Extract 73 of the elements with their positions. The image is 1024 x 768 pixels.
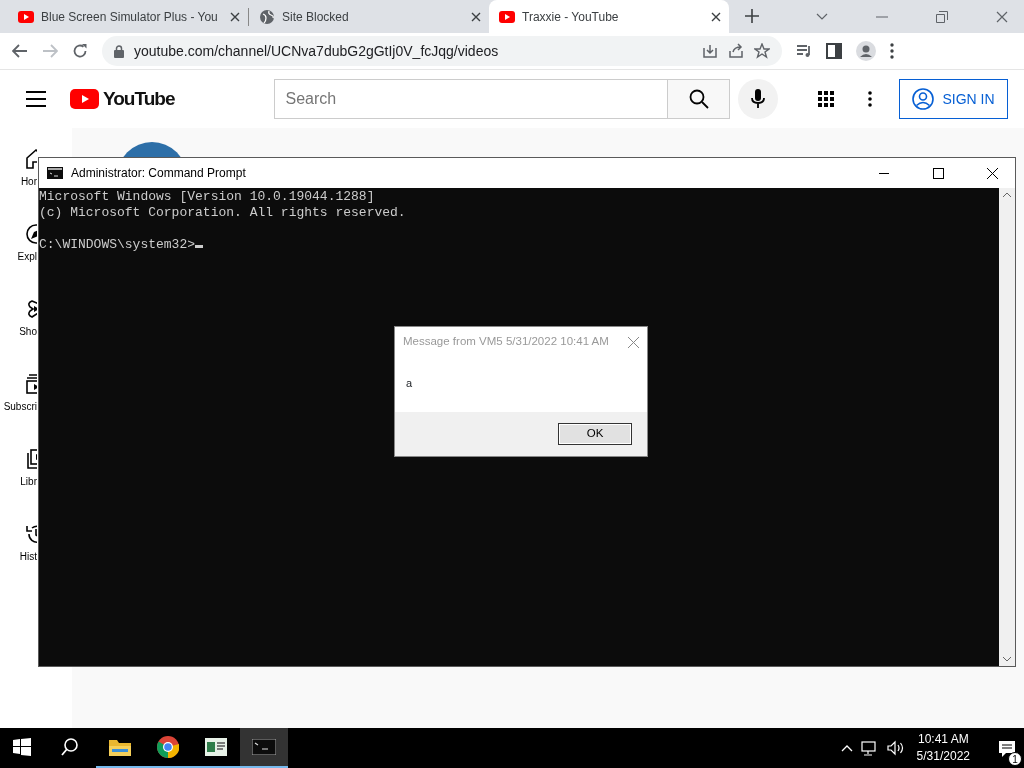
video-site-icon: [18, 10, 34, 23]
browser-tab[interactable]: Blue Screen Simulator Plus - You: [8, 0, 248, 33]
browser-tab[interactable]: Site Blocked: [249, 0, 489, 33]
microphone-icon: [751, 89, 766, 109]
shorts-icon[interactable]: [25, 298, 37, 320]
browser-icon: [157, 736, 179, 758]
scrollbar[interactable]: [999, 188, 1015, 666]
terminal-icon: [47, 167, 63, 179]
scroll-up-icon[interactable]: [1003, 192, 1011, 197]
side-panel-icon[interactable]: [826, 43, 842, 59]
explore-icon[interactable]: [25, 223, 37, 245]
browser-tab[interactable]: Traxxie - YouTube: [489, 0, 729, 33]
video-site-icon: [499, 10, 515, 23]
console-text: Microsoft Windows [Version 10.0.19044.1288]: [39, 189, 375, 204]
maximize-icon[interactable]: [932, 167, 944, 179]
terminal-icon: [252, 739, 276, 755]
folder-icon: [109, 738, 131, 756]
apps-grid-icon[interactable]: [818, 91, 835, 107]
globe-icon: [259, 8, 275, 25]
chevron-down-icon[interactable]: [816, 13, 828, 20]
history-icon[interactable]: [25, 523, 37, 545]
reload-icon[interactable]: [72, 43, 88, 59]
search-button[interactable]: [667, 79, 731, 119]
sidebar-label[interactable]: Hor: [0, 174, 37, 189]
library-icon[interactable]: [25, 448, 37, 470]
message-text: a: [406, 377, 413, 389]
new-tab-icon[interactable]: [745, 9, 759, 23]
profile-icon[interactable]: [856, 41, 876, 61]
sidebar-label[interactable]: Expl: [0, 249, 37, 264]
dialog-title: Message from VM5 5/31/2022 10:41 AM: [403, 334, 609, 350]
search-icon: [688, 89, 709, 109]
ok-button[interactable]: OK: [558, 423, 632, 445]
menu-icon[interactable]: [26, 91, 46, 107]
volume-icon[interactable]: [886, 740, 905, 756]
network-icon[interactable]: [860, 740, 879, 756]
taskbar-button[interactable]: [240, 728, 288, 768]
console-prompt: C:\WINDOWS\system32>: [39, 237, 196, 252]
share-icon[interactable]: [728, 43, 744, 59]
download-icon[interactable]: [702, 43, 718, 59]
play-logo-icon: [70, 89, 99, 109]
sign-in-button[interactable]: SIGN IN: [899, 79, 1008, 119]
notification-count[interactable]: 1: [1008, 752, 1022, 766]
lock-icon: [114, 44, 124, 58]
app-window-icon: [205, 738, 227, 756]
minimize-icon[interactable]: [879, 172, 889, 174]
search-field[interactable]: Search: [274, 79, 668, 119]
sidebar-label[interactable]: Libr: [0, 474, 37, 489]
account-icon: [912, 88, 935, 110]
logo-text: YouTube: [103, 86, 175, 111]
more-options-icon[interactable]: [890, 43, 894, 59]
sidebar-label[interactable]: Sho: [0, 324, 37, 339]
media-queue-icon[interactable]: [796, 44, 812, 58]
close-icon[interactable]: [711, 11, 721, 22]
clock-date[interactable]: 5/31/2022: [916, 748, 970, 765]
close-icon[interactable]: [230, 11, 240, 22]
chevron-up-icon[interactable]: [840, 744, 853, 752]
close-icon[interactable]: [471, 11, 481, 22]
subscriptions-icon[interactable]: [25, 373, 37, 395]
window-title: Administrator: Command Prompt: [71, 165, 247, 182]
star-icon[interactable]: [754, 43, 770, 59]
more-options-icon[interactable]: [868, 91, 873, 107]
home-icon[interactable]: [25, 148, 37, 170]
clock-time[interactable]: 10:41 AM: [917, 731, 969, 748]
sidebar-label[interactable]: Subscri: [0, 399, 37, 414]
microphone-button[interactable]: [738, 79, 779, 119]
close-icon[interactable]: [986, 167, 998, 179]
restore-icon[interactable]: [936, 10, 948, 23]
console-text: (c) Microsoft Corporation. All rights reserved.: [39, 205, 406, 220]
address-bar[interactable]: youtube.com/channel/UCNva7dubG2gGtIj0V_fcJqg/videos: [102, 36, 782, 66]
sidebar-label[interactable]: Hist: [0, 549, 37, 564]
text-cursor: [195, 245, 204, 248]
back-arrow-icon[interactable]: [12, 44, 28, 58]
scroll-down-icon[interactable]: [1003, 657, 1011, 662]
